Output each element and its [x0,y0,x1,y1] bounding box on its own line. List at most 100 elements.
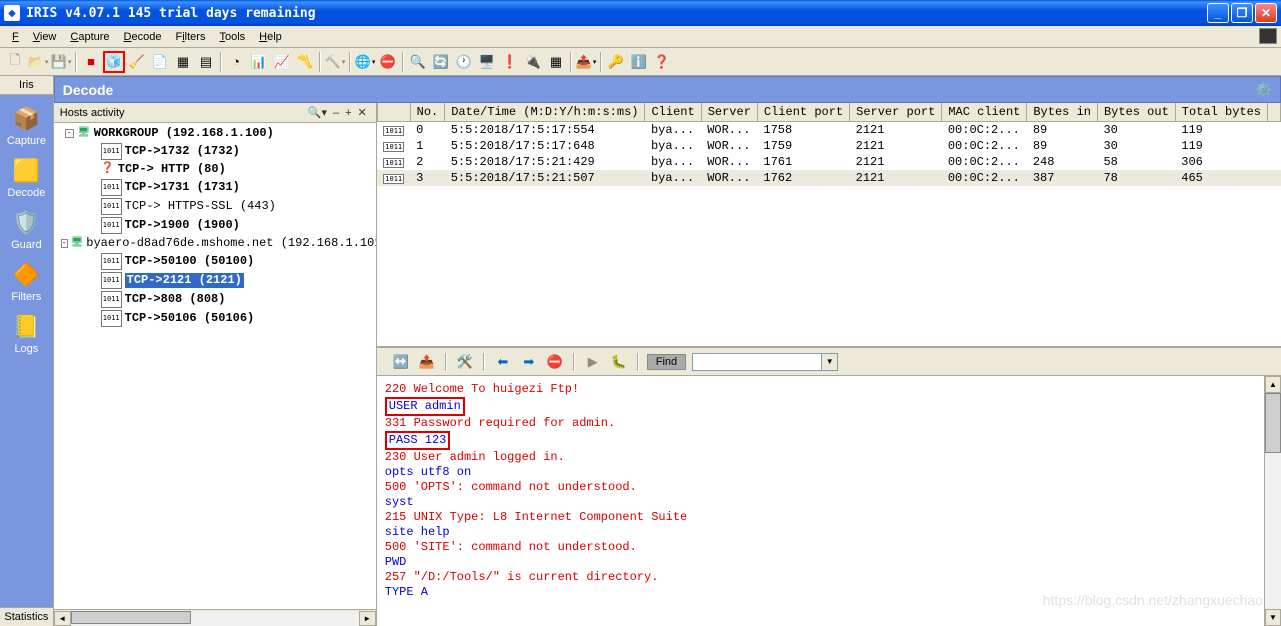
decode-tool-swap[interactable]: ↔️ [391,352,411,372]
col-header[interactable]: Server port [850,103,942,122]
tree-label: TCP->1732 (1732) [125,144,240,159]
vscroll-up[interactable]: ▲ [1265,376,1281,393]
col-header[interactable]: Server [701,103,757,122]
col-header[interactable]: Bytes out [1097,103,1175,122]
table-row[interactable]: 101135:5:2018/17:5:21:507bya...WOR...176… [377,170,1280,186]
tool-clock[interactable]: 🕐 [453,51,475,73]
hscroll-right[interactable]: ► [359,611,376,626]
menu-capture[interactable]: Capture [64,29,115,45]
tool-open[interactable]: 📂▾ [27,51,49,73]
table-row[interactable]: 101125:5:2018/17:5:21:429bya...WOR...176… [377,154,1280,170]
col-header[interactable]: No. [410,103,445,122]
menu-decode[interactable]: Decode [118,29,168,45]
tool-bar[interactable]: 📊 [248,51,270,73]
col-header[interactable]: Client [645,103,701,122]
tool-panel2[interactable]: ▤ [195,51,217,73]
decode-line: opts utf8 on [385,465,1256,480]
tool-panel1[interactable]: ▦ [172,51,194,73]
tree-row[interactable]: -🖥byaero-d8ad76de.mshome.net (192.168.1.… [56,235,374,252]
tool-line[interactable]: 〽️ [294,51,316,73]
close-button[interactable]: ✕ [1255,3,1277,23]
vscroll-down[interactable]: ▼ [1265,609,1281,626]
tool-clear[interactable]: 🧹 [126,51,148,73]
sidebar-item-guard[interactable]: 🛡️Guard [10,207,42,251]
col-header[interactable]: Bytes in [1027,103,1098,122]
decode-tool-forward[interactable]: ➡ [519,352,539,372]
decode-vscroll[interactable]: ▲ ▼ [1264,376,1281,626]
menu-help[interactable]: Help [253,29,288,45]
tool-sheet[interactable]: 📄 [149,51,171,73]
tool-find[interactable]: 🔍 [407,51,429,73]
tree-toggle[interactable]: - [65,129,74,138]
menu-tools[interactable]: Tools [213,29,251,45]
decode-tool-stop[interactable]: ⛔ [545,352,565,372]
hosts-hscroll[interactable]: ◄ ► [54,609,376,626]
sidebar-footer[interactable]: Statistics [0,607,53,626]
sidebar-item-logs[interactable]: 📒Logs [10,311,42,355]
decode-header-icon[interactable]: ⚙️ [1255,81,1272,98]
tree-row[interactable]: 1011TCP->50100 (50100) [56,252,374,271]
tool-save[interactable]: 💾▾ [50,51,72,73]
tree-row[interactable]: ❓TCP-> HTTP (80) [56,161,374,178]
tree-row[interactable]: 1011TCP->1900 (1900) [56,216,374,235]
decode-tool-go[interactable]: ▶ [583,352,603,372]
tree-row[interactable]: 1011TCP->1732 (1732) [56,142,374,161]
tree-row[interactable]: -🖥WORKGROUP (192.168.1.100) [56,125,374,142]
tool-help[interactable]: ℹ️ [628,51,650,73]
tool-export[interactable]: 📤▾ [575,51,597,73]
sidebar-item-capture[interactable]: 📦Capture [7,103,46,147]
tree-toggle[interactable]: - [61,239,68,248]
tool-about[interactable]: ❓ [651,51,673,73]
tree-row[interactable]: 1011TCP->2121 (2121) [56,271,374,290]
table-row[interactable]: 101115:5:2018/17:5:17:648bya...WOR...175… [377,138,1280,154]
decode-text[interactable]: 220 Welcome To huigezi Ftp!USER admin331… [377,376,1264,626]
hosts-search-icon[interactable]: 🔍▾ [305,106,330,119]
menu-file[interactable]: F [6,29,25,45]
sidebar-item-filters[interactable]: 🔶Filters [10,259,42,303]
find-dropdown[interactable]: ▼ [822,353,838,371]
decode-tool-export[interactable]: 📤 [417,352,437,372]
tool-stop[interactable]: ⛔ [377,51,399,73]
tool-key[interactable]: 🔑 [605,51,627,73]
col-header[interactable]: Total bytes [1175,103,1267,122]
tool-hammer[interactable]: 🔨▾ [324,51,346,73]
tool-chart[interactable]: 📈 [271,51,293,73]
decode-tool-back[interactable]: ⬅ [493,352,513,372]
tree-row[interactable]: 1011TCP->50106 (50106) [56,309,374,328]
vscroll-thumb[interactable] [1265,393,1281,453]
hscroll-left[interactable]: ◄ [54,611,71,626]
tool-refresh[interactable]: 🔄 [430,51,452,73]
minimize-button[interactable]: _ [1207,3,1229,23]
menu-view[interactable]: View [27,29,63,45]
tool-globe[interactable]: 🌐▾ [354,51,376,73]
packet-table-wrap: No.Date/Time (M:D:Y/h:m:s:ms)ClientServe… [377,103,1281,348]
tool-grid[interactable]: ▦ [545,51,567,73]
hosts-plus[interactable]: + [342,107,354,119]
find-input[interactable] [692,353,822,371]
tool-capture-highlight[interactable]: 🧊 [103,51,125,73]
hosts-close[interactable]: ✕ [355,106,370,119]
decode-tool-tools[interactable]: 🛠️ [455,352,475,372]
maximize-button[interactable]: ❐ [1231,3,1253,23]
sidebar-item-decode[interactable]: 🟨Decode [7,155,45,199]
tool-warn[interactable]: ❗ [499,51,521,73]
tree-row[interactable]: 1011TCP->808 (808) [56,290,374,309]
hscroll-thumb[interactable] [71,611,191,624]
tool-new[interactable]: 🗋 [4,51,26,73]
tool-connect[interactable]: 🔌 [522,51,544,73]
col-header[interactable]: Date/Time (M:D:Y/h:m:s:ms) [445,103,645,122]
tool-pie[interactable]: ◔ [225,51,247,73]
menu-filters[interactable]: Filters [169,29,211,45]
tree-row[interactable]: 1011TCP-> HTTPS-SSL (443) [56,197,374,216]
table-row[interactable]: 101105:5:2018/17:5:17:554bya...WOR...175… [377,122,1280,139]
col-header[interactable]: MAC client [942,103,1027,122]
hosts-minus[interactable]: – [330,107,342,119]
tree-row[interactable]: 1011TCP->1731 (1731) [56,178,374,197]
hosts-tree[interactable]: -🖥WORKGROUP (192.168.1.100)1011TCP->1732… [54,123,376,609]
col-header[interactable]: Client port [757,103,849,122]
tool-server[interactable]: 🖥️ [476,51,498,73]
tool-record[interactable]: ■ [80,51,102,73]
decode-tool-bug[interactable]: 🐛 [609,352,629,372]
packet-table[interactable]: No.Date/Time (M:D:Y/h:m:s:ms)ClientServe… [377,103,1281,186]
packet-icon: 1011 [101,272,122,289]
